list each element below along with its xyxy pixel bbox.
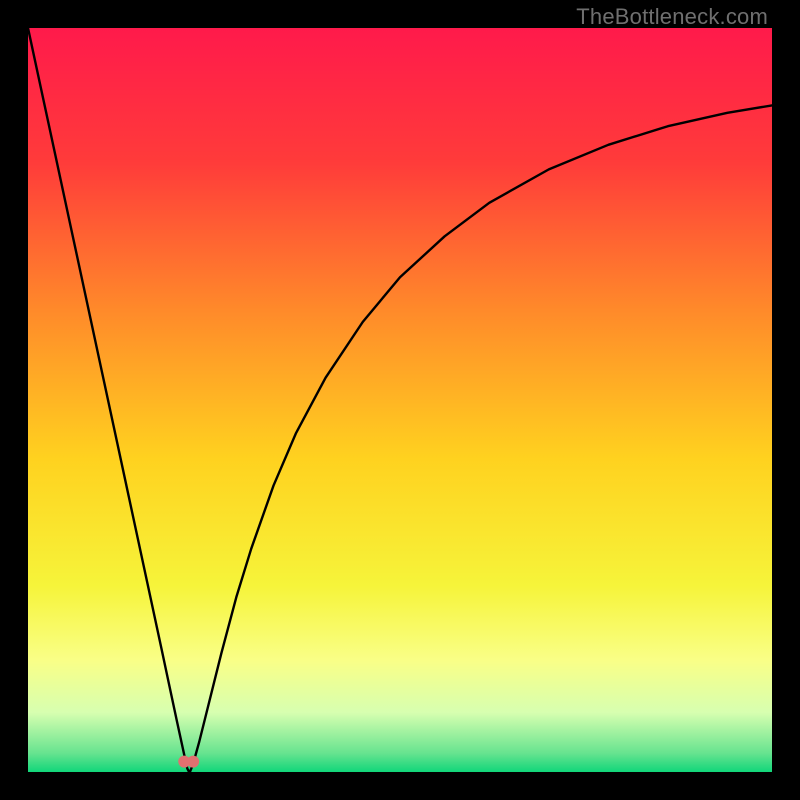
bottleneck-chart	[28, 28, 772, 772]
chart-background	[28, 28, 772, 772]
watermark-text: TheBottleneck.com	[576, 4, 768, 30]
chart-frame	[28, 28, 772, 772]
min-marker-2	[187, 756, 199, 768]
